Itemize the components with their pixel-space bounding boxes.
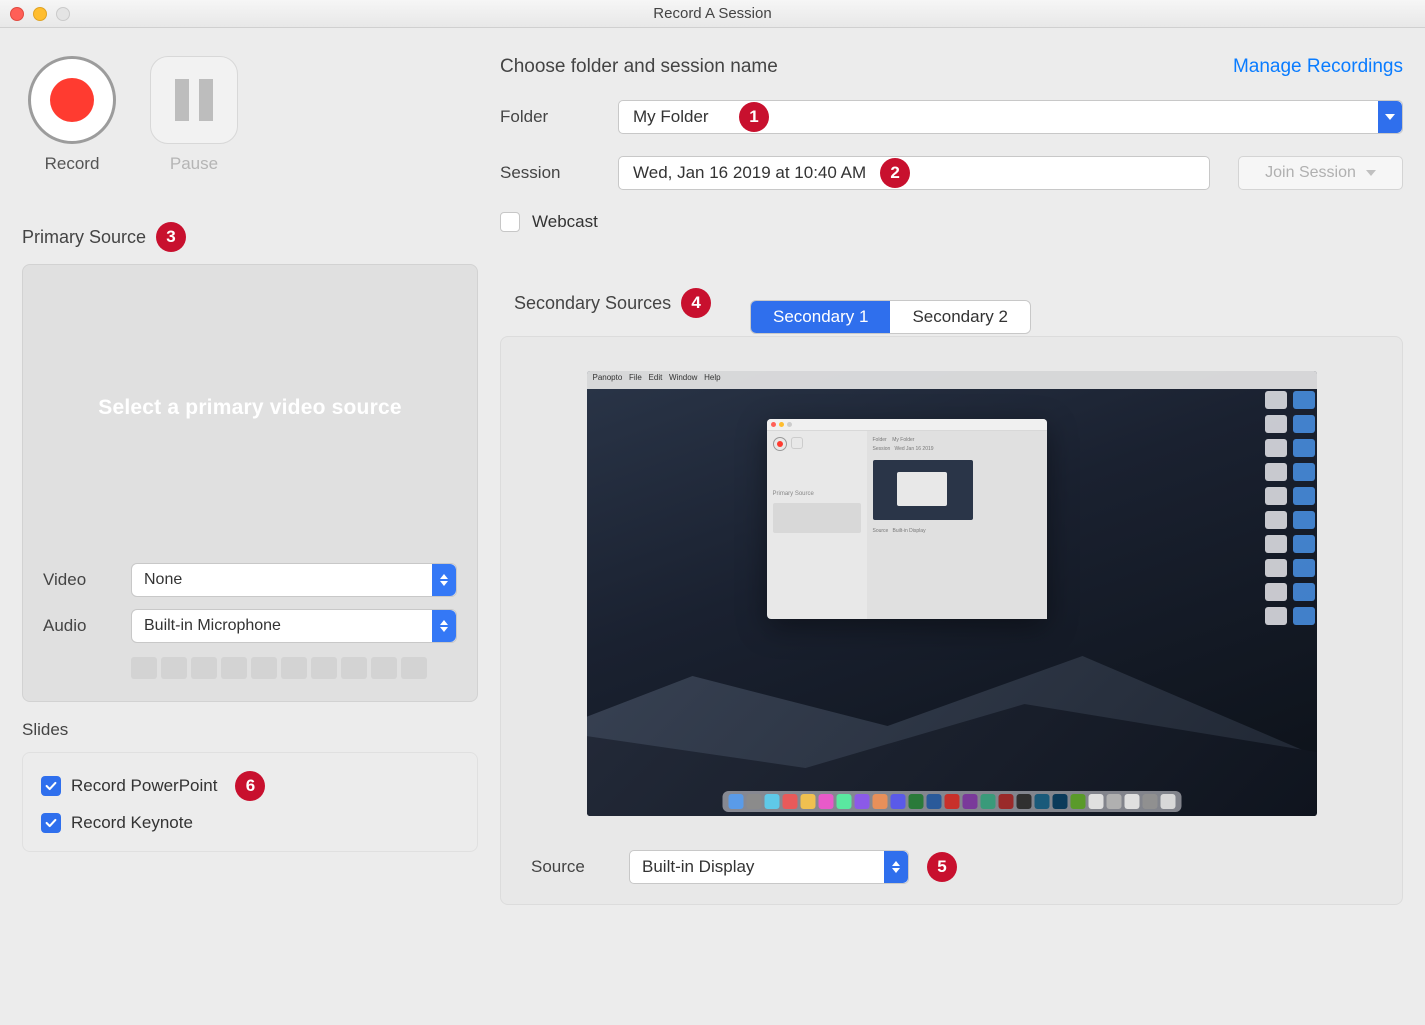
primary-source-heading: Primary Source <box>22 227 146 248</box>
record-label: Record <box>28 154 116 174</box>
source-select-value: Built-in Display <box>642 857 908 877</box>
preview-menubar: Panopto File Edit Window Help <box>587 371 1317 389</box>
record-powerpoint-checkbox[interactable] <box>41 776 61 796</box>
video-select[interactable]: None <box>131 563 457 597</box>
annotation-badge-2: 2 <box>880 158 910 188</box>
tab-secondary-1[interactable]: Secondary 1 <box>751 301 890 333</box>
audio-label: Audio <box>43 616 113 636</box>
webcast-label: Webcast <box>532 212 598 232</box>
annotation-badge-4: 4 <box>681 288 711 318</box>
session-label: Session <box>500 163 600 183</box>
record-keynote-checkbox[interactable] <box>41 813 61 833</box>
tab-secondary-2[interactable]: Secondary 2 <box>890 301 1029 333</box>
preview-dock <box>722 791 1181 812</box>
secondary-tabs: Secondary 1 Secondary 2 <box>750 300 1031 334</box>
chevron-down-icon <box>1366 170 1376 176</box>
session-input[interactable]: Wed, Jan 16 2019 at 10:40 AM 2 <box>618 156 1210 190</box>
slides-panel: Record PowerPoint 6 Record Keynote <box>22 752 478 852</box>
pause-icon <box>175 79 189 121</box>
audio-select-value: Built-in Microphone <box>144 617 432 635</box>
pause-button[interactable] <box>150 56 238 144</box>
join-session-button[interactable]: Join Session <box>1238 156 1403 190</box>
record-button[interactable] <box>28 56 116 144</box>
video-label: Video <box>43 570 113 590</box>
annotation-badge-3: 3 <box>156 222 186 252</box>
check-icon <box>44 779 58 793</box>
chevron-updown-icon <box>884 851 908 883</box>
secondary-source-panel: Panopto File Edit Window Help Primary So… <box>500 336 1403 905</box>
primary-placeholder-text: Select a primary video source <box>43 265 457 551</box>
folder-label: Folder <box>500 107 600 127</box>
choose-folder-text: Choose folder and session name <box>500 56 778 78</box>
preview-inner-window: Primary Source Folder My Folder Session … <box>767 419 1047 619</box>
titlebar: Record A Session <box>0 0 1425 28</box>
slides-heading: Slides <box>22 720 478 740</box>
audio-level-meter <box>131 657 457 679</box>
audio-select[interactable]: Built-in Microphone <box>131 609 457 643</box>
webcast-checkbox[interactable] <box>500 212 520 232</box>
pause-label: Pause <box>150 154 238 174</box>
check-icon <box>44 816 58 830</box>
annotation-badge-5: 5 <box>927 852 957 882</box>
annotation-badge-6: 6 <box>235 771 265 801</box>
video-select-value: None <box>144 571 432 589</box>
source-label: Source <box>531 857 611 877</box>
record-powerpoint-label: Record PowerPoint <box>71 776 217 796</box>
primary-source-panel: Select a primary video source Video None… <box>22 264 478 702</box>
session-input-value: Wed, Jan 16 2019 at 10:40 AM <box>633 163 866 183</box>
chevron-down-icon <box>1378 101 1402 133</box>
pause-icon <box>199 79 213 121</box>
record-keynote-label: Record Keynote <box>71 813 193 833</box>
source-select[interactable]: Built-in Display <box>629 850 909 884</box>
window-title: Record A Session <box>0 5 1425 22</box>
folder-select[interactable]: My Folder 1 <box>618 100 1403 134</box>
folder-select-value: My Folder <box>633 107 709 127</box>
chevron-updown-icon <box>432 564 456 596</box>
chevron-updown-icon <box>432 610 456 642</box>
annotation-badge-1: 1 <box>739 102 769 132</box>
display-preview: Panopto File Edit Window Help Primary So… <box>587 371 1317 816</box>
record-icon <box>50 78 94 122</box>
manage-recordings-link[interactable]: Manage Recordings <box>1233 56 1403 78</box>
secondary-sources-heading: Secondary Sources <box>514 293 671 314</box>
join-session-label: Join Session <box>1265 164 1356 182</box>
